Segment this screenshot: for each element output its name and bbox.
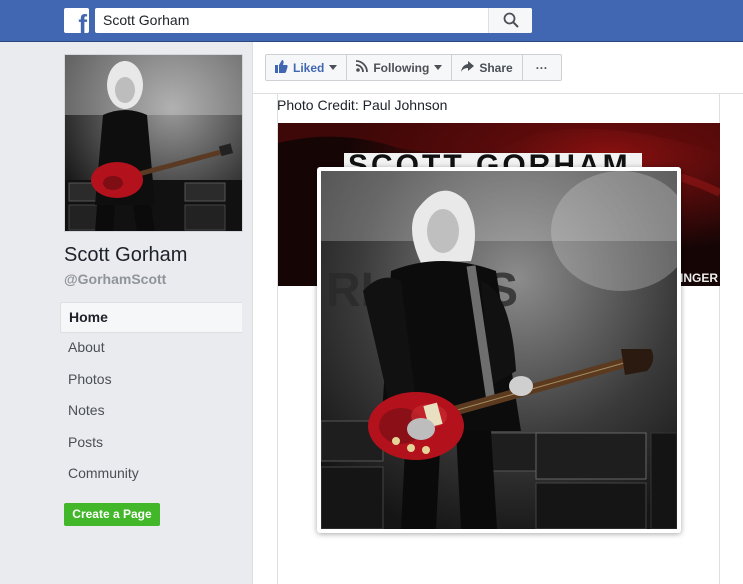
nav-item-photos[interactable]: Photos [60, 365, 242, 396]
chevron-down-icon [329, 65, 338, 70]
main-content: Liked Following Share ··· Photo Credit: … [252, 42, 743, 584]
following-button[interactable]: Following [346, 54, 452, 81]
following-label: Following [373, 60, 430, 75]
share-label: Share [479, 60, 513, 75]
nav-item-community[interactable]: Community [60, 459, 242, 490]
more-dots-icon: ··· [535, 60, 548, 75]
share-arrow-icon [461, 60, 475, 75]
nav-item-about[interactable]: About [60, 333, 242, 364]
liked-button[interactable]: Liked [265, 54, 347, 81]
search-icon [503, 12, 519, 28]
create-page-button[interactable]: Create a Page [64, 503, 160, 526]
top-bar: f Scott Gorham [0, 0, 743, 42]
thumbs-up-icon [275, 59, 288, 76]
nav-item-home[interactable]: Home [60, 302, 242, 334]
nav-item-posts[interactable]: Posts [60, 428, 242, 459]
nav-item-notes[interactable]: Notes [60, 396, 242, 427]
post-photo-frame[interactable]: RI S [317, 167, 681, 533]
search-bar[interactable]: Scott Gorham [95, 8, 532, 33]
page-action-bar: Liked Following Share ··· [253, 42, 743, 94]
liked-label: Liked [293, 60, 325, 75]
profile-picture[interactable] [64, 54, 243, 232]
search-button[interactable] [488, 8, 532, 33]
facebook-logo-icon[interactable]: f [64, 8, 89, 33]
page-name[interactable]: Scott Gorham [64, 244, 187, 267]
chevron-down-icon [434, 65, 443, 70]
page-handle[interactable]: @GorhamScott [64, 271, 166, 287]
page-nav: Home About Photos Notes Posts Community [60, 302, 242, 490]
action-button-group: Liked Following Share ··· [265, 54, 562, 81]
rss-icon [356, 60, 369, 75]
search-input[interactable]: Scott Gorham [103, 12, 189, 28]
post-caption: Photo Credit: Paul Johnson [277, 97, 448, 113]
share-button[interactable]: Share [451, 54, 522, 81]
more-options-button[interactable]: ··· [521, 54, 562, 81]
post-photo[interactable]: RI S [321, 171, 677, 529]
